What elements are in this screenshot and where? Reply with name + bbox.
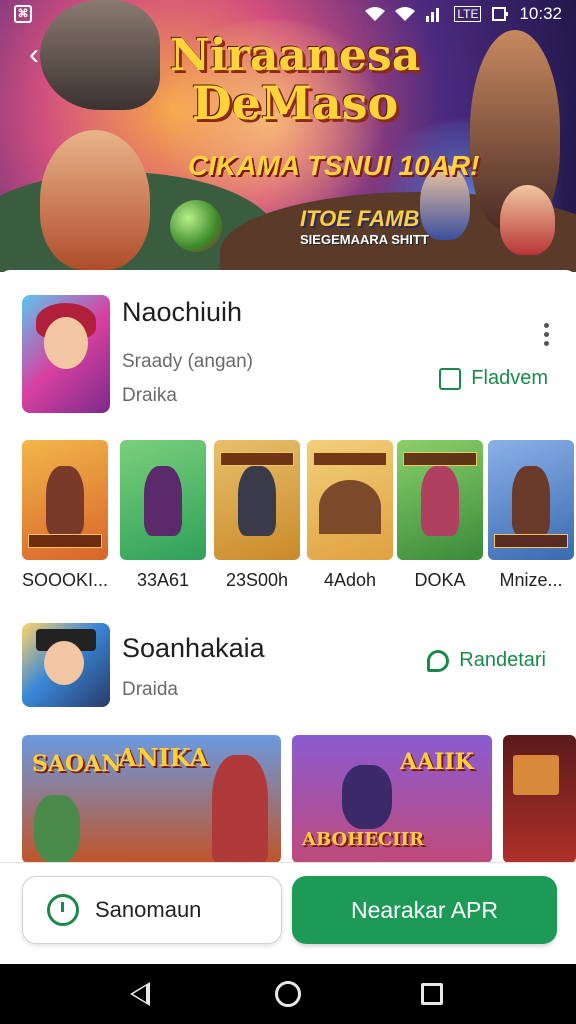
thumbnail-banner [403,452,477,466]
thumbnail-caption: SOOOKI... [22,570,109,590]
install-button-label: Nearakar APR [350,896,498,923]
thumbnail-item[interactable]: 4Adoh [307,440,393,591]
thumbnail-caption: 23S00h [225,570,289,590]
clock: 10:32 [519,4,562,23]
app-listing-2[interactable]: Soanhakaia Draida Randetari [22,623,556,709]
thumbnail-figure [319,480,381,534]
hero-character [500,185,555,255]
app-developer[interactable]: Sraady (angan) [122,351,253,373]
screenshot-figure [212,755,268,863]
character-face [44,317,88,369]
thumbnail-image [307,440,393,560]
screenshot-strip[interactable]: SAOAN ANIKA AAIIK ABOHECIIR [22,735,576,863]
thumbnail-figure [238,466,276,536]
app-category: Draika [122,385,177,406]
screenshot-figure [513,755,559,795]
share-icon [439,367,462,390]
thumbnail-image [120,440,206,560]
screenshot-figure [34,795,80,863]
thumbnail-caption: DOKA [414,570,466,590]
thumbnail-banner [28,534,102,548]
hero-character [40,130,150,270]
thumbnail-caption: 33A61 [136,570,190,590]
nav-back-icon[interactable] [130,982,150,1006]
hero-tag-small: SIEGEMAARA SHITT [300,232,429,247]
thumbnail-caption: 4Adoh [323,570,377,590]
orb-icon [170,200,222,252]
thumbnail-item[interactable]: 33A61 [120,440,206,591]
app-icon[interactable] [22,295,110,413]
thumbnail-banner [494,534,568,548]
screenshot-label: AAIIK [400,749,474,775]
thumbnail-banner [313,452,387,466]
hero-title-line2: DeMaso [191,76,399,130]
nav-home-icon[interactable] [275,981,301,1007]
nav-recents-icon[interactable] [421,983,443,1005]
thumbnail-image [488,440,574,560]
thumbnail-banner [220,452,294,466]
thumbnail-strip[interactable]: SOOOKI... 33A61 23S00h 4Adoh DOKA Mnize.… [22,440,576,600]
thumbnail-item[interactable]: DOKA [397,440,483,591]
status-bar: ⌘ LTE 10:32 [0,0,576,30]
thumbnail-image [397,440,483,560]
thumbnail-figure [144,466,182,536]
secondary-button-label: Sanomaun [95,897,202,922]
screenshot-label: ABOHECIIR [302,829,425,850]
chevron-left-icon: ‹ [29,38,39,71]
screenshot-item[interactable]: AAIIK ABOHECIIR [292,735,492,863]
system-nav-bar [0,964,576,1024]
thumbnail-image [22,440,108,560]
bottom-action-bar: Sanomaun Nearakar APR [0,862,576,964]
share-label: Fladvem [471,367,548,389]
chat-button[interactable]: Randetari [427,649,546,672]
thumbnail-image [214,440,300,560]
character-face [44,641,84,685]
app-category: Draida [122,679,178,700]
install-button[interactable]: Nearakar APR [292,876,557,944]
wifi-icon [395,7,416,21]
status-icons: LTE 10:32 [364,4,562,24]
thumbnail-item[interactable]: 23S00h [214,440,300,591]
signal-icon [426,8,440,22]
thumbnail-figure [421,466,459,536]
app-name[interactable]: Naochiuih [122,297,242,328]
screenshot-label: ANIKA [118,743,209,772]
clock-icon [47,894,79,926]
screenshot-item[interactable]: SAOAN ANIKA [22,735,281,863]
hero-title-line1: Niraanesa [169,30,421,81]
more-options-icon[interactable] [544,323,550,346]
notification-icon: ⌘ [14,5,32,23]
share-button[interactable]: Fladvem [439,367,548,390]
back-button[interactable]: ‹ [18,40,50,72]
hero-banner: Niraanesa DeMaso CIKAMA TSNUI 10AR! ITOE… [0,0,576,272]
app-name[interactable]: Soanhakaia [122,633,265,664]
app-icon[interactable] [22,623,110,707]
thumbnail-item[interactable]: Mnize... [488,440,574,591]
thumbnail-caption: Mnize... [499,570,563,590]
screen: Niraanesa DeMaso CIKAMA TSNUI 10AR! ITOE… [0,0,576,1024]
hero-title: Niraanesa DeMaso [165,30,425,130]
screenshot-figure [342,765,392,829]
thumbnail-figure [46,466,84,536]
screenshot-label: SAOAN [32,751,122,777]
app-listing-1[interactable]: Naochiuih Sraady (angan) Draika Fladvem [22,295,556,415]
thumbnail-item[interactable]: SOOOKI... [22,440,108,591]
thumbnail-figure [512,466,550,536]
battery-icon [492,7,509,21]
secondary-button[interactable]: Sanomaun [22,876,282,944]
screenshot-item[interactable] [503,735,576,863]
hero-subtitle: CIKAMA TSNUI 10AR! [188,150,480,181]
hero-tag: ITOE FAMB [300,206,420,231]
wifi-icon [365,7,386,21]
network-label: LTE [454,6,482,22]
chat-label: Randetari [459,649,546,671]
chat-bubble-icon [427,649,450,672]
